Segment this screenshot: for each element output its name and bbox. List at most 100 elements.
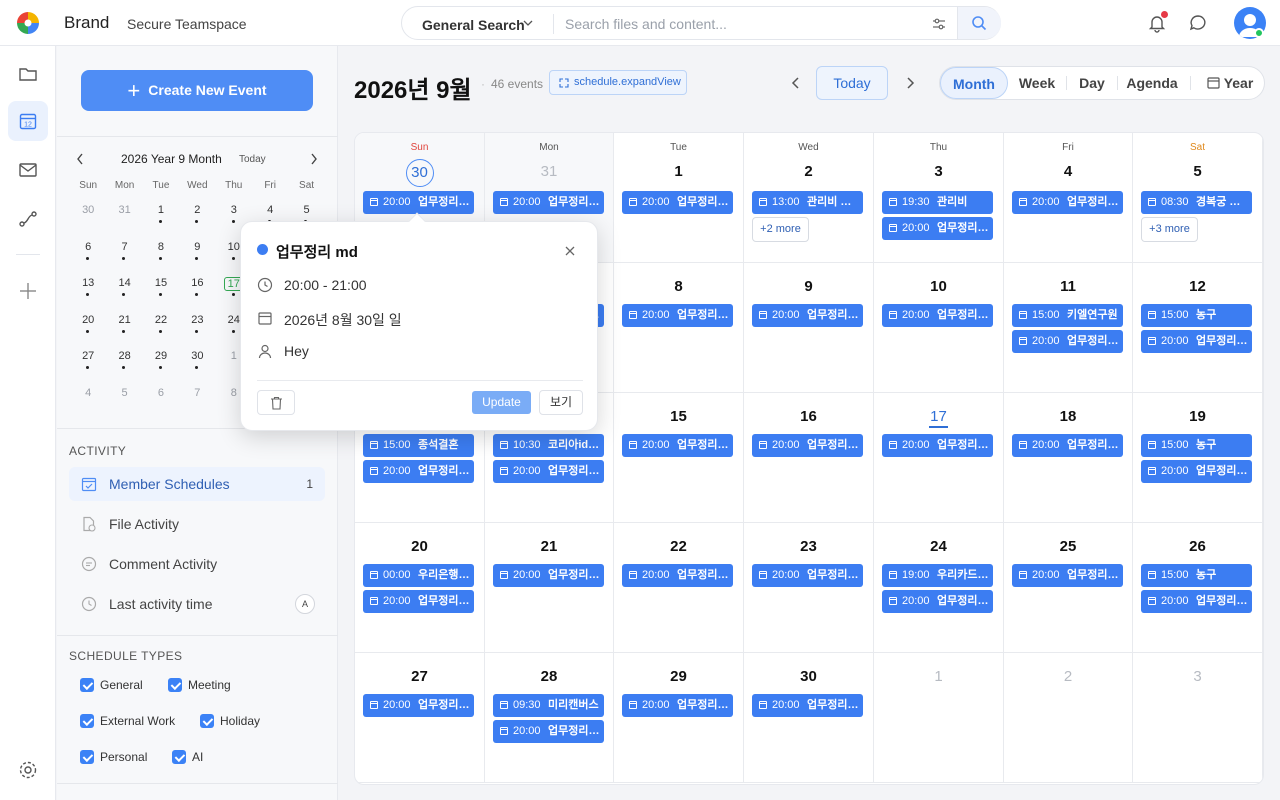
mini-calendar-day[interactable]: 2 [179, 200, 215, 237]
rail-add[interactable] [8, 271, 48, 311]
event-chip[interactable]: 20:00 업무정리 md [752, 434, 863, 457]
day-number[interactable]: 21 [485, 538, 613, 555]
search-input[interactable] [565, 15, 915, 33]
day-number[interactable]: 2 [744, 163, 873, 180]
activity-last-time[interactable]: Last activity time A [69, 587, 325, 621]
day-cell[interactable]: 28 09:30 미리캔버스 20:00 업무정리 md [485, 653, 614, 783]
day-number[interactable]: 22 [614, 538, 743, 555]
mini-calendar-day[interactable]: 28 [106, 346, 142, 383]
create-event-button[interactable]: + Create New Event [81, 70, 313, 111]
day-cell[interactable]: 12 15:00 농구 20:00 업무정리 md [1133, 263, 1263, 393]
view-month-button[interactable]: Month [940, 67, 1008, 99]
day-cell[interactable]: 18 20:00 업무정리 md [1004, 393, 1133, 523]
activity-member-schedules[interactable]: Member Schedules 1 [69, 467, 325, 501]
chevron-right-icon[interactable] [309, 152, 319, 166]
event-chip[interactable]: 19:30 관리비 [882, 191, 993, 214]
event-chip[interactable]: 20:00 업무정리 md [1012, 191, 1123, 214]
view-agenda-button[interactable]: Agenda [1119, 67, 1185, 99]
search-category-select[interactable]: General Search [422, 17, 525, 33]
day-number[interactable]: 8 [614, 278, 743, 295]
update-event-button[interactable]: Update [472, 391, 531, 414]
day-cell[interactable]: 17 20:00 업무정리 md [874, 393, 1004, 523]
day-number[interactable]: 29 [614, 668, 743, 685]
event-chip[interactable]: 00:00 우리은행 이체 [363, 564, 474, 587]
mini-calendar-day[interactable]: 7 [106, 237, 142, 274]
mini-calendar-day[interactable]: 27 [70, 346, 106, 383]
event-chip[interactable]: 20:00 업무정리 md [1012, 330, 1123, 353]
mini-calendar-day[interactable]: 4 [70, 383, 106, 420]
more-events-link[interactable]: +2 more [752, 217, 809, 242]
day-number[interactable]: 30 [355, 159, 484, 187]
event-chip[interactable]: 20:00 업무정리 md [882, 217, 993, 240]
mini-calendar-day[interactable]: 30 [70, 200, 106, 237]
event-chip[interactable]: 20:00 업무정리 md [493, 720, 604, 743]
day-number[interactable]: 1 [614, 163, 743, 180]
day-number[interactable]: 3 [1133, 668, 1262, 685]
day-number[interactable]: 17 [874, 408, 1003, 428]
event-chip[interactable]: 15:00 농구 [1141, 304, 1252, 327]
mini-calendar-day[interactable]: 22 [143, 310, 179, 347]
filter-sliders-icon[interactable] [931, 16, 947, 32]
event-chip[interactable]: 20:00 업무정리 md [752, 304, 863, 327]
day-number[interactable]: 30 [744, 668, 873, 685]
mini-calendar-day[interactable]: 29 [143, 346, 179, 383]
event-chip[interactable]: 20:00 업무정리 md [363, 694, 474, 717]
event-chip[interactable]: 20:00 업무정리 md [363, 191, 474, 214]
day-number[interactable]: 10 [874, 278, 1003, 295]
event-chip[interactable]: 20:00 업무정리 md [882, 590, 993, 613]
day-number[interactable]: 1 [874, 668, 1003, 685]
activity-comment[interactable]: Comment Activity [69, 547, 325, 581]
mini-calendar-day[interactable]: 30 [179, 346, 215, 383]
mini-calendar-day[interactable]: 14 [106, 273, 142, 310]
day-cell[interactable]: Thu 3 19:30 관리비 20:00 업무정리 md [874, 133, 1004, 263]
event-chip[interactable]: 15:00 농구 [1141, 564, 1252, 587]
event-chip[interactable]: 20:00 업무정리 md [493, 460, 604, 483]
event-chip[interactable]: 20:00 업무정리 md [493, 564, 604, 587]
event-chip[interactable]: 20:00 업무정리 md [622, 191, 733, 214]
mini-calendar-day[interactable]: 7 [179, 383, 215, 420]
event-chip[interactable]: 20:00 업무정리 md [1012, 564, 1123, 587]
day-cell[interactable]: 16 20:00 업무정리 md [744, 393, 874, 523]
event-chip[interactable]: 19:00 우리카드 결제 [882, 564, 993, 587]
event-chip[interactable]: 15:00 종석결혼 [363, 434, 474, 457]
event-chip[interactable]: 09:30 미리캔버스 [493, 694, 604, 717]
event-chip[interactable]: 08:30 경복궁 산책 [1141, 191, 1252, 214]
chevron-down-icon[interactable] [523, 18, 533, 28]
mini-calendar-day[interactable]: 8 [143, 237, 179, 274]
day-cell[interactable]: 20 00:00 우리은행 이체 20:00 업무정리 md [355, 523, 485, 653]
activity-file[interactable]: File Activity [69, 507, 325, 541]
mini-calendar-day[interactable]: 5 [106, 383, 142, 420]
day-number[interactable]: 16 [744, 408, 873, 425]
view-day-button[interactable]: Day [1068, 67, 1116, 99]
chevron-left-icon[interactable] [790, 76, 802, 90]
mini-calendar-day[interactable]: 31 [106, 200, 142, 237]
mini-calendar-day[interactable]: 1 [143, 200, 179, 237]
event-chip[interactable]: 20:00 업무정리 md [622, 304, 733, 327]
day-cell[interactable]: 1 [874, 653, 1004, 783]
day-cell[interactable]: 26 15:00 농구 20:00 업무정리 md [1133, 523, 1263, 653]
view-week-button[interactable]: Week [1010, 67, 1064, 99]
day-number[interactable]: 15 [614, 408, 743, 425]
event-chip[interactable]: 20:00 업무정리 md [622, 564, 733, 587]
event-chip[interactable]: 20:00 업무정리 md [1141, 330, 1252, 353]
day-number[interactable]: 25 [1004, 538, 1132, 555]
mini-calendar-day[interactable]: 9 [179, 237, 215, 274]
day-cell[interactable]: 11 15:00 키엘연구원 20:00 업무정리 md [1004, 263, 1133, 393]
day-number[interactable]: 18 [1004, 408, 1132, 425]
event-chip[interactable]: 20:00 업무정리 md [752, 694, 863, 717]
event-chip[interactable]: 20:00 업무정리 md [1141, 460, 1252, 483]
day-cell[interactable]: Fri 4 20:00 업무정리 md [1004, 133, 1133, 263]
rail-calendar[interactable]: 12 [8, 101, 48, 141]
event-chip[interactable]: 20:00 업무정리 md [363, 590, 474, 613]
day-number[interactable]: 11 [1004, 278, 1132, 295]
event-chip[interactable]: 20:00 업무정리 md [752, 564, 863, 587]
day-number[interactable]: 26 [1133, 538, 1262, 555]
event-chip[interactable]: 20:00 업무정리 md [1141, 590, 1252, 613]
day-cell[interactable]: Wed 2 13:00 관리비 이체 +2 more [744, 133, 874, 263]
event-chip[interactable]: 20:00 업무정리 md [622, 434, 733, 457]
day-cell[interactable]: 21 20:00 업무정리 md [485, 523, 614, 653]
event-chip[interactable]: 15:00 농구 [1141, 434, 1252, 457]
day-cell[interactable]: 9 20:00 업무정리 md [744, 263, 874, 393]
chevron-right-icon[interactable] [904, 76, 916, 90]
event-chip[interactable]: 20:00 업무정리 md [363, 460, 474, 483]
